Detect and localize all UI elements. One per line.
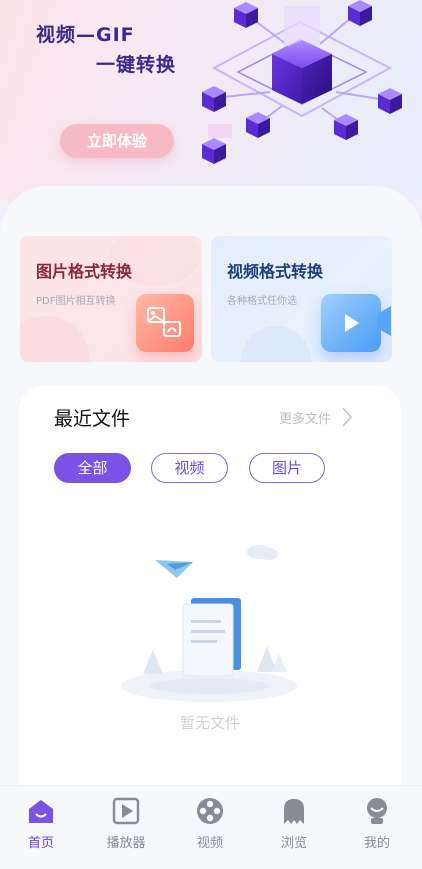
profile-icon <box>367 798 387 824</box>
tab-label: 浏览 <box>280 836 307 851</box>
chevron-right-icon[interactable] <box>341 406 353 428</box>
filter-chip-image[interactable]: 图片 <box>249 453 325 483</box>
filter-chip-all[interactable]: 全部 <box>54 453 131 483</box>
play-icon <box>112 797 140 825</box>
filter-chip-video[interactable]: 视频 <box>151 453 228 483</box>
tab-label: 首页 <box>27 836 54 851</box>
card-decoration <box>20 316 90 362</box>
tab-browse[interactable]: 浏览 <box>259 786 329 869</box>
tab-label: 播放器 <box>106 836 146 851</box>
tab-label: 我的 <box>363 836 390 851</box>
image-convert-card[interactable]: 图片格式转换 PDF图片相互转换 <box>20 236 202 362</box>
card-title: 视频格式转换 <box>227 262 324 281</box>
card-subtitle: PDF图片相互转换 <box>36 296 116 307</box>
empty-state-illustration <box>121 545 297 702</box>
hero-banner: 视频—GIF 一键转换 立即体验 <box>0 0 422 200</box>
card-subtitle: 各种格式任你选 <box>227 296 297 307</box>
network-cube-illustration <box>202 0 402 164</box>
video-camera-icon <box>321 294 381 352</box>
hero-title-line1: 视频—GIF <box>36 24 135 46</box>
bottom-tab-bar: 首页 播放器 视频 浏览 我的 <box>0 785 422 869</box>
image-pdf-icon <box>136 294 194 352</box>
ghost-icon <box>284 799 304 824</box>
tab-profile[interactable]: 我的 <box>342 786 412 869</box>
home-icon <box>29 800 53 823</box>
empty-state-text: 暂无文件 <box>179 714 240 732</box>
film-reel-icon <box>197 798 223 824</box>
recent-files-panel: 最近文件 更多文件 全部 视频 图片 暂无文件 <box>19 386 401 786</box>
camera-lens-icon <box>377 306 391 336</box>
tab-home[interactable]: 首页 <box>6 786 76 869</box>
try-now-button[interactable]: 立即体验 <box>60 124 174 158</box>
tab-label: 视频 <box>196 836 223 851</box>
tab-video[interactable]: 视频 <box>175 786 245 869</box>
hero-title-line2: 一键转换 <box>96 54 177 76</box>
tab-player[interactable]: 播放器 <box>91 786 161 869</box>
video-convert-card[interactable]: 视频格式转换 各种格式任你选 <box>211 236 392 362</box>
card-title: 图片格式转换 <box>36 262 133 281</box>
card-decoration <box>241 326 311 362</box>
recent-files-title: 最近文件 <box>54 408 131 430</box>
more-files-link[interactable]: 更多文件 <box>279 408 331 427</box>
